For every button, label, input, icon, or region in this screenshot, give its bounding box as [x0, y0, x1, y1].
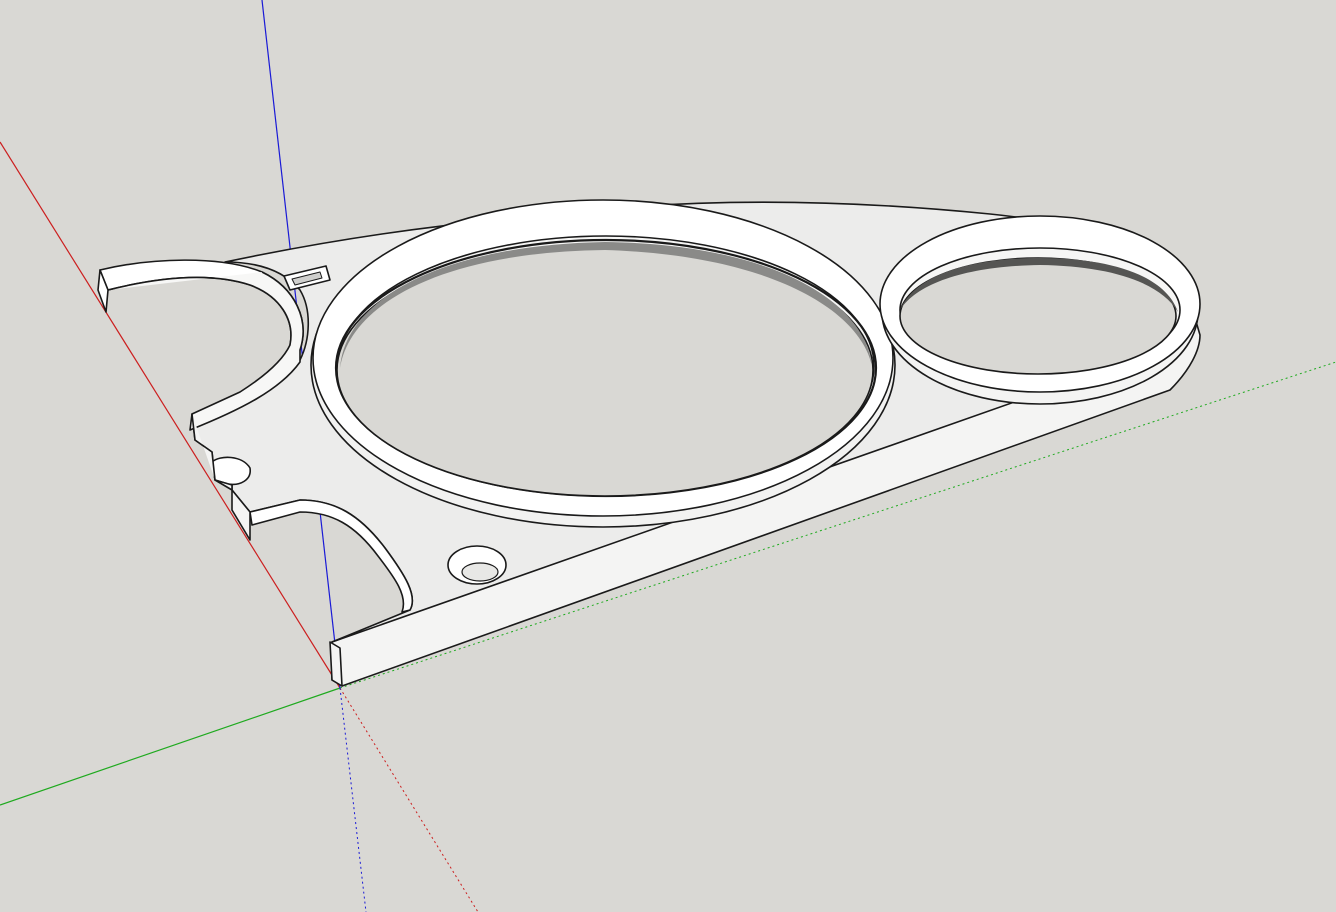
blue-axis-negative — [339, 687, 367, 912]
modeling-viewport[interactable] — [0, 0, 1336, 912]
green-axis-negative — [0, 687, 341, 806]
left-arc-wall-top — [99, 259, 304, 351]
3d-scene[interactable] — [0, 0, 1336, 912]
red-axis-negative — [339, 687, 479, 912]
bezel-model[interactable] — [97, 199, 1201, 687]
mounting-hole-inner — [461, 562, 499, 582]
corner-edge-face — [329, 641, 343, 687]
